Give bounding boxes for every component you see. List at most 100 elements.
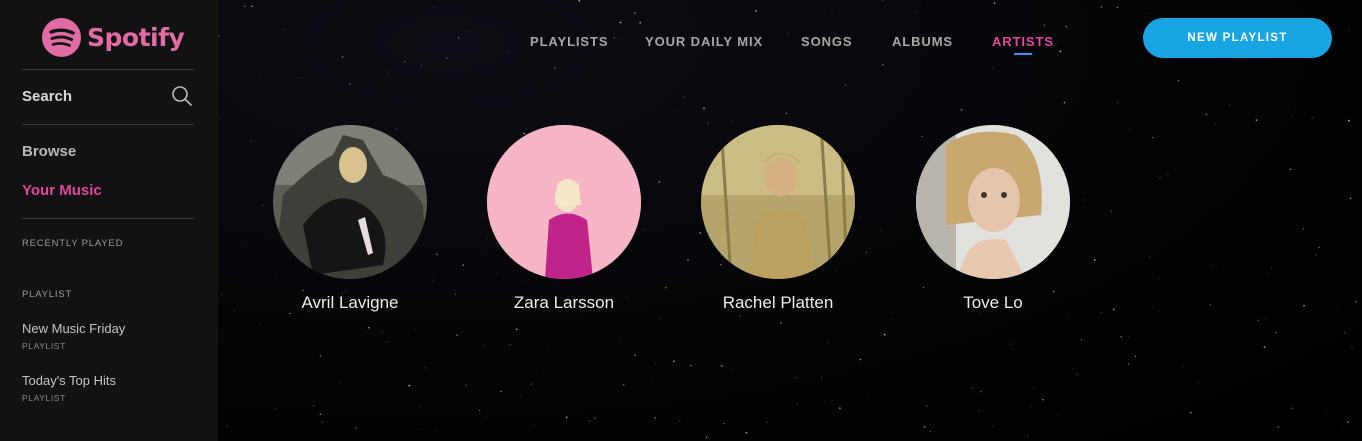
star — [298, 77, 300, 79]
tab-your-daily-mix[interactable]: YOUR DAILY MIX — [645, 34, 763, 49]
star — [1270, 267, 1273, 270]
active-tab-indicator — [1014, 53, 1032, 55]
star — [319, 413, 322, 416]
star — [1179, 174, 1181, 176]
star — [296, 363, 297, 365]
artist-photo[interactable] — [487, 125, 641, 279]
star — [1265, 140, 1267, 142]
star — [1215, 123, 1216, 125]
star — [498, 5, 500, 7]
spotify-logo[interactable]: Spotify — [42, 18, 185, 57]
star — [424, 367, 427, 369]
star — [500, 390, 502, 393]
star — [867, 393, 869, 395]
artist-name[interactable]: Tove Lo — [893, 293, 1093, 313]
star — [289, 312, 291, 315]
tab-albums[interactable]: ALBUMS — [892, 34, 953, 49]
artist-card[interactable]: Avril Lavigne — [250, 125, 450, 313]
tab-playlists[interactable]: PLAYLISTS — [530, 34, 608, 49]
star — [993, 2, 996, 4]
star — [1080, 108, 1082, 110]
artist-name[interactable]: Rachel Platten — [678, 293, 878, 313]
star — [634, 12, 636, 14]
star — [683, 96, 685, 98]
star — [520, 394, 521, 396]
star — [1266, 273, 1268, 275]
star — [1151, 307, 1153, 309]
main-content: PLAYLISTS YOUR DAILY MIX SONGS ALBUMS AR… — [218, 0, 1362, 441]
star — [1351, 346, 1353, 348]
star — [657, 409, 658, 411]
artist-photo[interactable] — [916, 125, 1070, 279]
star — [1198, 382, 1199, 384]
star — [1343, 331, 1346, 334]
star — [639, 21, 642, 24]
star — [1093, 259, 1096, 261]
search-label[interactable]: Search — [22, 88, 72, 105]
star — [1043, 24, 1045, 26]
star — [1255, 119, 1258, 121]
playlist-item-title[interactable]: Today's Top Hits — [22, 373, 116, 388]
star — [1327, 412, 1329, 413]
star — [992, 67, 993, 69]
star — [283, 28, 286, 30]
sidebar-item-your-music[interactable]: Your Music — [22, 182, 102, 199]
star — [1347, 119, 1350, 122]
artist-card[interactable]: Rachel Platten — [678, 125, 878, 313]
star — [244, 5, 246, 7]
tab-artists[interactable]: ARTISTS — [992, 34, 1054, 49]
star — [434, 430, 436, 432]
section-label: PLAYLIST — [22, 289, 73, 300]
star — [533, 425, 535, 426]
star — [971, 387, 974, 389]
star — [259, 324, 260, 325]
star — [1110, 210, 1113, 212]
star — [665, 286, 667, 289]
new-playlist-button[interactable]: NEW PLAYLIST — [1143, 18, 1332, 58]
star — [530, 383, 533, 385]
artist-card[interactable]: Tove Lo — [893, 125, 1093, 313]
star — [1041, 398, 1044, 401]
star — [825, 400, 827, 402]
star — [1190, 411, 1192, 414]
star — [455, 293, 457, 295]
sidebar-item-browse[interactable]: Browse — [22, 143, 76, 160]
star — [891, 311, 893, 313]
star — [1144, 13, 1146, 14]
star — [1129, 129, 1131, 132]
star — [1052, 12, 1054, 14]
star — [1067, 316, 1068, 317]
playlist-item-subtitle: PLAYLIST — [22, 341, 66, 351]
star — [219, 118, 221, 120]
star — [1211, 328, 1213, 330]
tab-songs[interactable]: SONGS — [801, 34, 852, 49]
artist-photo[interactable] — [273, 125, 427, 279]
star — [1291, 407, 1294, 409]
star — [960, 108, 963, 111]
star — [1076, 373, 1079, 375]
star — [882, 64, 884, 66]
star — [679, 420, 681, 422]
artist-name[interactable]: Avril Lavigne — [250, 293, 450, 313]
search-icon[interactable] — [171, 85, 193, 107]
artist-card[interactable]: Zara Larsson — [464, 125, 664, 313]
star — [1151, 137, 1154, 139]
star — [565, 416, 568, 419]
playlist-item-title[interactable]: New Music Friday — [22, 321, 125, 336]
star — [553, 66, 556, 69]
star — [776, 122, 778, 124]
star — [712, 381, 714, 382]
star — [1116, 101, 1119, 104]
star — [1215, 268, 1217, 270]
star — [733, 369, 735, 371]
star — [483, 344, 486, 346]
star — [673, 360, 675, 362]
star — [433, 7, 435, 9]
star — [1087, 20, 1089, 21]
star — [883, 333, 886, 336]
star — [313, 405, 315, 406]
star — [408, 384, 411, 387]
artist-name[interactable]: Zara Larsson — [464, 293, 664, 313]
artist-photo[interactable] — [701, 125, 855, 279]
star — [515, 328, 518, 331]
